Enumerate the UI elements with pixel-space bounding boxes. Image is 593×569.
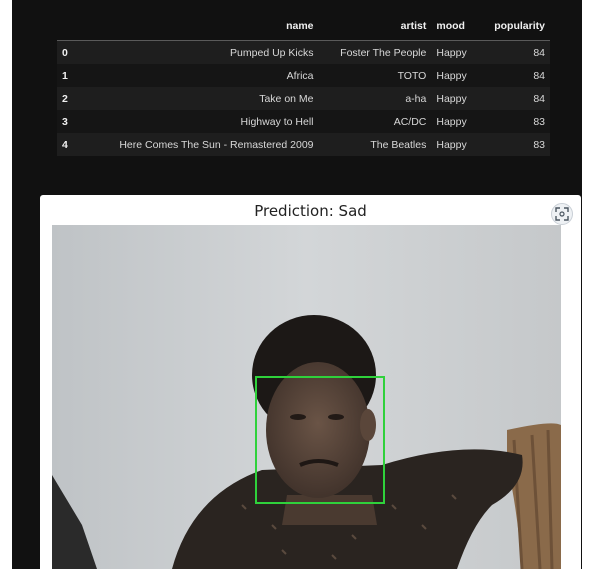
cell-name: Highway to Hell — [79, 110, 319, 133]
face — [266, 362, 370, 498]
cell-popularity: 83 — [478, 133, 550, 156]
cell-name: Here Comes The Sun - Remastered 2009 — [79, 133, 319, 156]
cell-mood: Happy — [431, 133, 479, 156]
table-row: 4 Here Comes The Sun - Remastered 2009 T… — [57, 133, 550, 156]
column-header-name: name — [79, 12, 319, 41]
fullscreen-button[interactable] — [551, 203, 573, 225]
table-row: 0 Pumped Up Kicks Foster The People Happ… — [57, 40, 550, 64]
column-header-mood: mood — [431, 12, 479, 41]
cell-mood: Happy — [431, 64, 479, 87]
cell-artist: The Beatles — [318, 133, 432, 156]
cell-artist: a-ha — [318, 87, 432, 110]
row-index: 0 — [57, 40, 79, 64]
cell-popularity: 84 — [478, 87, 550, 110]
cell-name: Africa — [79, 64, 319, 87]
column-header-index — [57, 12, 79, 41]
row-index: 4 — [57, 133, 79, 156]
cell-popularity: 84 — [478, 64, 550, 87]
cell-mood: Happy — [431, 87, 479, 110]
row-index: 2 — [57, 87, 79, 110]
fullscreen-icon — [555, 207, 569, 221]
table-row: 3 Highway to Hell AC/DC Happy 83 — [57, 110, 550, 133]
row-index: 3 — [57, 110, 79, 133]
table-header-row: name artist mood popularity — [57, 12, 550, 41]
cell-artist: Foster The People — [318, 40, 432, 64]
webcam-image — [52, 225, 561, 569]
cell-name: Take on Me — [79, 87, 319, 110]
cell-mood: Happy — [431, 110, 479, 133]
plot-title: Prediction: Sad — [254, 202, 367, 220]
table-row: 2 Take on Me a-ha Happy 84 — [57, 87, 550, 110]
cell-mood: Happy — [431, 40, 479, 64]
column-header-popularity: popularity — [478, 12, 550, 41]
row-index: 1 — [57, 64, 79, 87]
cell-name: Pumped Up Kicks — [79, 40, 319, 64]
table-row: 1 Africa TOTO Happy 84 — [57, 64, 550, 87]
cell-artist: AC/DC — [318, 110, 432, 133]
column-header-artist: artist — [318, 12, 432, 41]
cell-popularity: 84 — [478, 40, 550, 64]
prediction-plot: Prediction: Sad — [40, 195, 581, 569]
cell-popularity: 83 — [478, 110, 550, 133]
cell-artist: TOTO — [318, 64, 432, 87]
dataframe-table: name artist mood popularity 0 Pumped Up … — [57, 12, 550, 156]
